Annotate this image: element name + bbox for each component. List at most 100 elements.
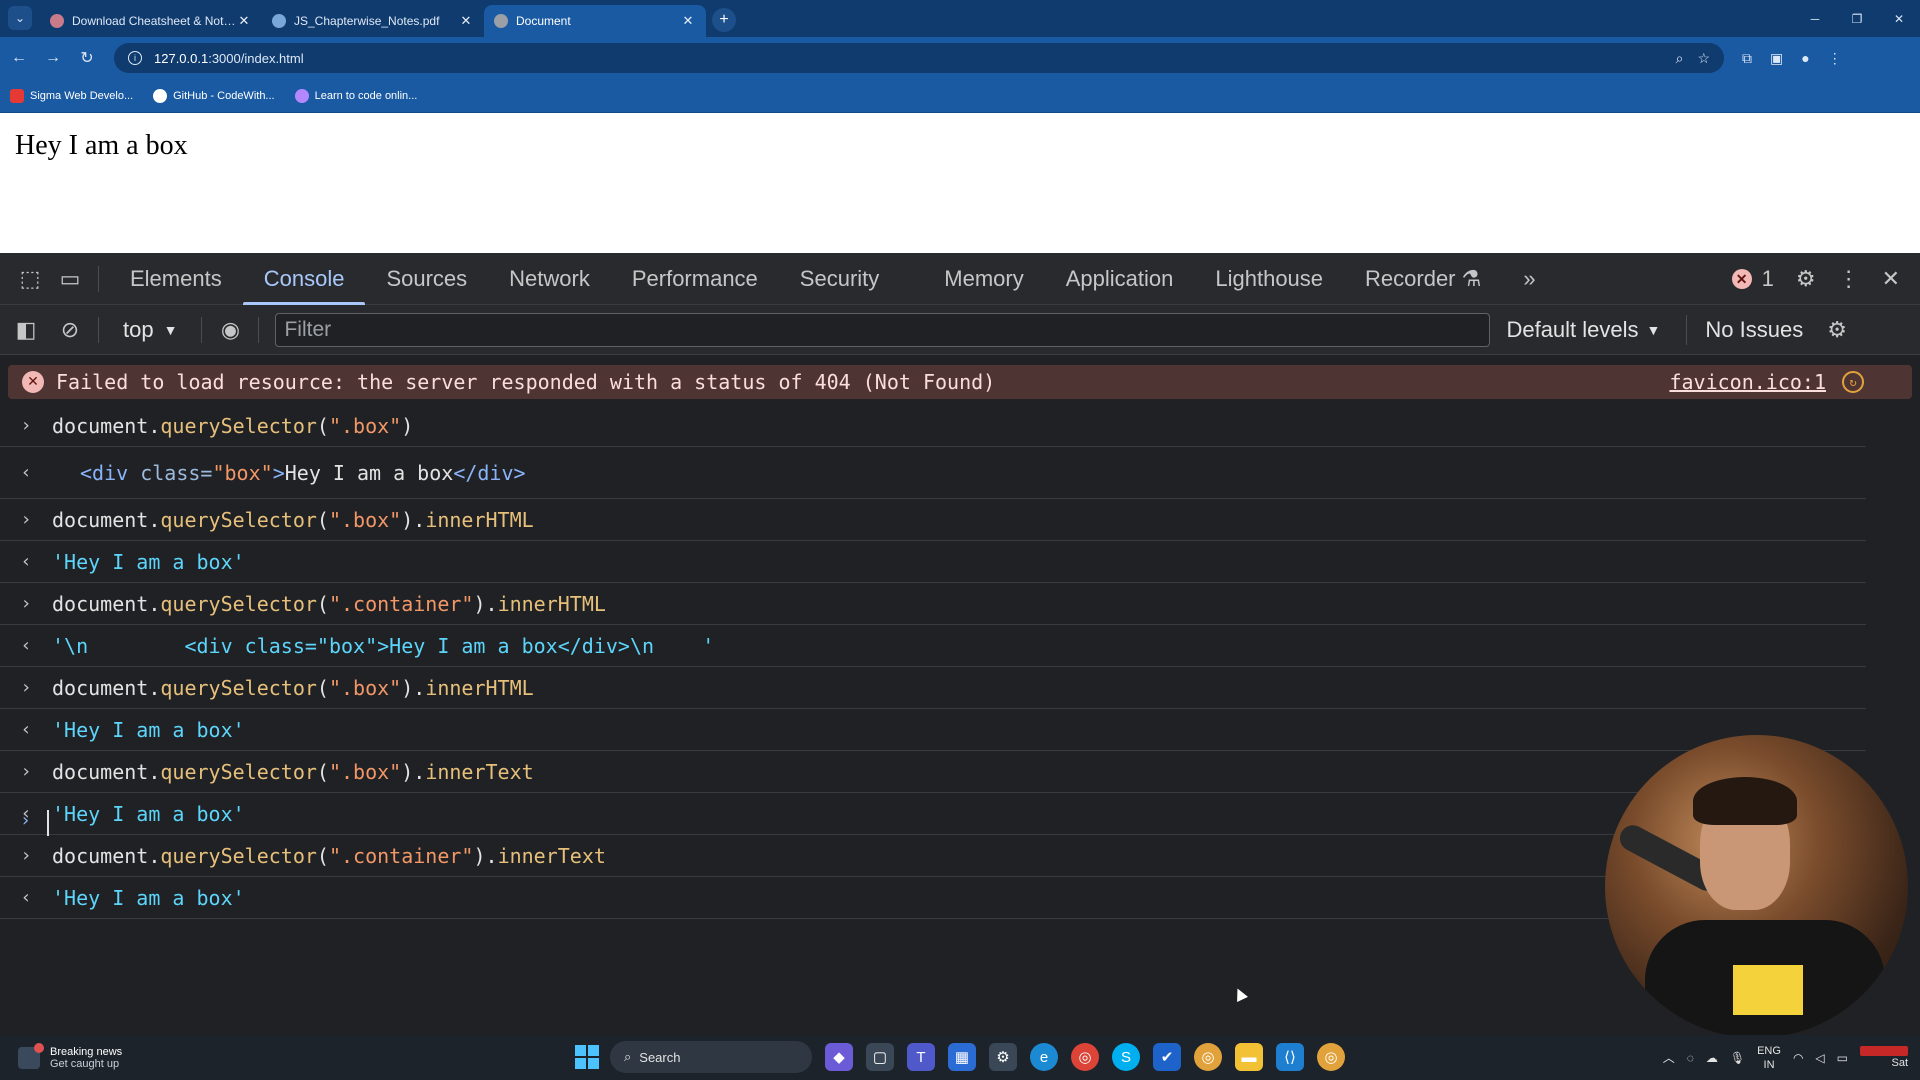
box-div: Hey I am a box bbox=[15, 130, 188, 161]
tab-network[interactable]: Network bbox=[488, 253, 611, 305]
error-counter[interactable]: ✕ 1 bbox=[1731, 266, 1774, 292]
devtools-close-icon[interactable]: ✕ bbox=[1882, 266, 1900, 292]
reload-icon[interactable]: ↻ bbox=[72, 43, 102, 73]
console-filter-input[interactable]: Filter bbox=[275, 312, 1491, 347]
tab-recorder[interactable]: Recorder ⚗ bbox=[1344, 253, 1502, 305]
inspect-element-icon[interactable]: ⬚ bbox=[12, 261, 48, 297]
window-close-icon[interactable]: ✕ bbox=[1878, 0, 1920, 37]
close-icon[interactable]: ✕ bbox=[458, 13, 474, 29]
code-string: ".box" bbox=[328, 413, 402, 438]
clock[interactable]: Sat bbox=[1860, 1045, 1908, 1070]
vscode-icon[interactable]: ⟨⟩ bbox=[1276, 1043, 1304, 1071]
context-selector[interactable]: top ▼ bbox=[109, 317, 191, 343]
code-method: querySelector bbox=[160, 591, 317, 616]
minimize-icon[interactable]: ─ bbox=[1794, 0, 1836, 37]
copilot-icon[interactable]: ◆ bbox=[825, 1043, 853, 1071]
show-hidden-icons-icon[interactable]: ︿ bbox=[1663, 1049, 1675, 1066]
skype-icon[interactable]: S bbox=[1112, 1043, 1140, 1071]
clear-console-icon[interactable]: ⊘ bbox=[52, 312, 88, 348]
console-result-line: ‹ '\n <div class="box">Hey I am a box</di… bbox=[0, 625, 1866, 667]
tab-application[interactable]: Application bbox=[1045, 253, 1195, 305]
bookmark-item[interactable]: Learn to code onlin... bbox=[294, 88, 417, 103]
new-tab-button[interactable]: + bbox=[712, 8, 736, 32]
dropdown-caret-icon: ▼ bbox=[163, 321, 178, 338]
wifi-icon[interactable]: ◠ bbox=[1793, 1051, 1803, 1065]
log-levels-dropdown[interactable]: Default levels ▼ bbox=[1506, 317, 1660, 343]
browser-tab[interactable]: JS_Chapterwise_Notes.pdf ✕ bbox=[262, 5, 484, 37]
devtools-settings-icon[interactable]: ⚙ bbox=[1796, 266, 1816, 292]
device-toolbar-icon[interactable]: ▭ bbox=[52, 261, 88, 297]
news-widget[interactable]: Breaking news Get caught up bbox=[0, 1042, 122, 1070]
code-object: document bbox=[52, 413, 149, 438]
extensions-icon[interactable]: ⧉ bbox=[1742, 50, 1752, 67]
close-icon[interactable]: ✕ bbox=[680, 13, 696, 29]
web-page: Hey I am a box bbox=[0, 113, 1920, 253]
console-input-caret[interactable] bbox=[47, 810, 49, 836]
youtube-icon bbox=[10, 88, 24, 103]
tab-memory[interactable]: Memory bbox=[923, 253, 1044, 305]
edge-icon[interactable]: e bbox=[1030, 1043, 1058, 1071]
code-property: innerText bbox=[497, 843, 606, 868]
address-bar[interactable]: i 127.0.0.1:3000/index.html ⌕ ☆ bbox=[114, 43, 1724, 73]
flask-icon: ⚗ bbox=[1461, 265, 1482, 291]
code-paren: ( bbox=[316, 591, 329, 616]
language-indicator[interactable]: ENG IN bbox=[1757, 1044, 1781, 1072]
toolbar-icons: ⧉ ▣ ● ⋮ bbox=[1742, 50, 1842, 67]
code-dot: . bbox=[148, 843, 161, 868]
lang-top: ENG bbox=[1757, 1044, 1781, 1057]
bookmark-item[interactable]: GitHub - CodeWith... bbox=[153, 88, 275, 103]
tab-security[interactable]: Security bbox=[779, 253, 923, 305]
profile-icon[interactable]: ● bbox=[1801, 50, 1809, 67]
close-icon[interactable]: ✕ bbox=[236, 13, 252, 29]
news-badge bbox=[34, 1042, 44, 1053]
bookmark-star-icon[interactable]: ☆ bbox=[1697, 50, 1710, 67]
browser-tab[interactable]: Download Cheatsheet & Notes ✕ bbox=[40, 5, 262, 37]
console-element-output[interactable]: ‹ <div class= "box" > Hey I am a box </div> bbox=[0, 447, 1866, 499]
chrome-active-icon[interactable]: ◎ bbox=[1317, 1043, 1345, 1071]
side-panel-icon[interactable]: ▣ bbox=[1770, 50, 1783, 67]
error-source-link[interactable]: favicon.ico:1 bbox=[1669, 370, 1826, 394]
bookmark-label: Sigma Web Develo... bbox=[30, 89, 134, 102]
network-request-icon[interactable]: ↻ bbox=[1842, 371, 1864, 393]
teams-icon[interactable]: T bbox=[907, 1043, 935, 1071]
tray-app-icon[interactable]: ◌ bbox=[1687, 1051, 1694, 1065]
site-info-icon[interactable]: i bbox=[128, 51, 142, 65]
tab-performance[interactable]: Performance bbox=[611, 253, 779, 305]
zoom-icon[interactable]: ⌕ bbox=[1676, 50, 1684, 67]
tab-sources[interactable]: Sources bbox=[365, 253, 488, 305]
back-icon[interactable]: ← bbox=[4, 43, 34, 73]
task-view-icon[interactable]: ▢ bbox=[866, 1043, 894, 1071]
shirt-logo-image bbox=[1733, 965, 1803, 1015]
todo-icon[interactable]: ✔ bbox=[1153, 1043, 1181, 1071]
browser-tab-active[interactable]: Document ✕ bbox=[484, 5, 706, 37]
divider bbox=[98, 265, 99, 292]
tab-search-icon[interactable]: ⌄ bbox=[8, 6, 32, 30]
file-explorer-icon[interactable]: ▬ bbox=[1235, 1043, 1263, 1071]
taskbar-search[interactable]: ⌕ Search bbox=[610, 1041, 812, 1073]
chrome-alt-icon[interactable]: ◎ bbox=[1194, 1043, 1222, 1071]
battery-icon[interactable]: ▭ bbox=[1837, 1051, 1848, 1065]
volume-icon[interactable]: ◁ bbox=[1815, 1051, 1824, 1065]
tab-elements[interactable]: Elements bbox=[109, 253, 243, 305]
devtools-menu-icon[interactable]: ⋮ bbox=[1838, 266, 1860, 292]
settings-icon[interactable]: ⚙ bbox=[989, 1043, 1017, 1071]
bookmark-item[interactable]: Sigma Web Develo... bbox=[10, 88, 134, 103]
issues-counter[interactable]: No Issues bbox=[1686, 314, 1803, 345]
tab-lighthouse[interactable]: Lighthouse bbox=[1194, 253, 1344, 305]
menu-kebab-icon[interactable]: ⋮ bbox=[1828, 50, 1842, 67]
console-settings-icon[interactable]: ⚙ bbox=[1827, 317, 1847, 343]
code-string: ".box" bbox=[328, 759, 402, 784]
chrome-icon[interactable]: ◎ bbox=[1071, 1043, 1099, 1071]
sidebar-toggle-icon[interactable]: ◧ bbox=[8, 312, 44, 348]
windows-start-icon[interactable] bbox=[575, 1045, 599, 1069]
forward-icon[interactable]: → bbox=[38, 43, 68, 73]
onedrive-icon[interactable]: ☁ bbox=[1706, 1051, 1718, 1065]
calendar-icon[interactable]: ▦ bbox=[948, 1043, 976, 1071]
news-subtitle: Get caught up bbox=[50, 1057, 120, 1070]
input-chevron-icon: › bbox=[20, 845, 32, 866]
microphone-icon[interactable]: 🎙 bbox=[1730, 1051, 1745, 1065]
live-expression-eye-icon[interactable]: ◉ bbox=[212, 312, 248, 348]
tab-console[interactable]: Console bbox=[242, 253, 366, 305]
more-tabs-icon[interactable]: » bbox=[1502, 253, 1556, 305]
restore-icon[interactable]: ❐ bbox=[1836, 0, 1878, 37]
